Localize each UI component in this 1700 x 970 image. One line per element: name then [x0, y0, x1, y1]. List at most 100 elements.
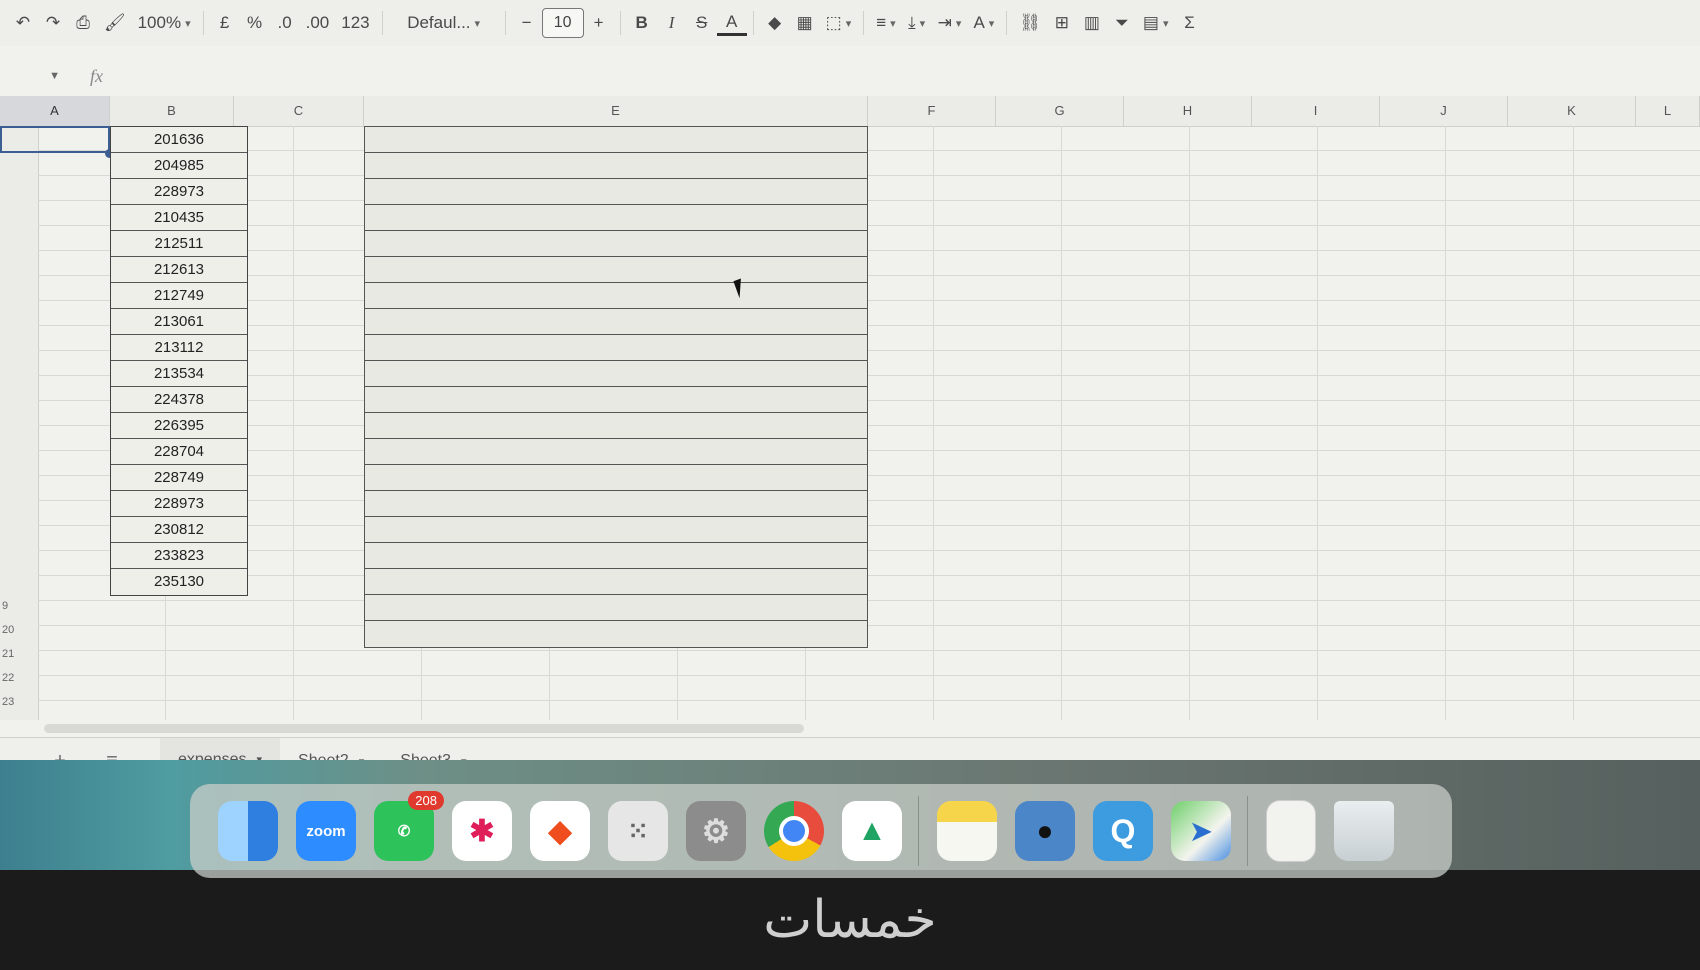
- print-icon[interactable]: ⎙: [68, 6, 98, 40]
- notes-icon[interactable]: [937, 801, 997, 861]
- cell-e[interactable]: [365, 335, 867, 361]
- font-size-input[interactable]: 10: [541, 8, 584, 38]
- settings-icon[interactable]: ⚙: [686, 801, 746, 861]
- chrome-icon[interactable]: [764, 801, 824, 861]
- cell-e[interactable]: [365, 361, 867, 387]
- cell-e[interactable]: [365, 387, 867, 413]
- font-select[interactable]: Defaul...: [389, 6, 499, 40]
- text-color-button[interactable]: A: [716, 10, 747, 36]
- launchpad-icon[interactable]: ⁙: [608, 801, 668, 861]
- cell-e[interactable]: [365, 413, 867, 439]
- column-header-i[interactable]: I: [1252, 96, 1380, 126]
- cell-e[interactable]: [365, 543, 867, 569]
- column-header-f[interactable]: F: [868, 96, 996, 126]
- cell-b[interactable]: 228704: [111, 439, 247, 465]
- maps-icon[interactable]: ➤: [1171, 801, 1231, 861]
- filter-views-icon[interactable]: ▤: [1137, 6, 1175, 40]
- column-header-h[interactable]: H: [1124, 96, 1252, 126]
- paint-format-icon[interactable]: 🖌: [98, 6, 132, 40]
- link-icon[interactable]: ⛓: [1013, 6, 1047, 40]
- column-header-g[interactable]: G: [996, 96, 1124, 126]
- column-header-l[interactable]: L: [1636, 96, 1700, 126]
- cell-b[interactable]: 224378: [111, 387, 247, 413]
- trash-icon[interactable]: [1334, 801, 1394, 861]
- percent-format-button[interactable]: %: [240, 6, 270, 40]
- vertical-align-icon[interactable]: ⤓: [902, 6, 932, 40]
- undo-icon[interactable]: ↶: [8, 6, 38, 40]
- row-header[interactable]: 23: [0, 696, 38, 708]
- column-header-j[interactable]: J: [1380, 96, 1508, 126]
- strikethrough-button[interactable]: S: [687, 6, 717, 40]
- cell-b[interactable]: 230812: [111, 517, 247, 543]
- row-header[interactable]: 20: [0, 624, 38, 636]
- cell-b[interactable]: 212749: [111, 283, 247, 309]
- decrease-decimal-button[interactable]: .0: [270, 6, 300, 40]
- cell-b[interactable]: 212511: [111, 231, 247, 257]
- cell-b[interactable]: 226395: [111, 413, 247, 439]
- cell-b[interactable]: 212613: [111, 257, 247, 283]
- fill-color-icon[interactable]: ◆: [760, 6, 790, 40]
- cell-e[interactable]: [365, 439, 867, 465]
- redo-icon[interactable]: ↷: [38, 6, 68, 40]
- functions-button[interactable]: Σ: [1175, 6, 1205, 40]
- column-header-a[interactable]: A: [0, 96, 110, 126]
- minus-icon[interactable]: −: [512, 6, 542, 40]
- currency-format-button[interactable]: £: [210, 6, 240, 40]
- cell-b[interactable]: 228749: [111, 465, 247, 491]
- borders-icon[interactable]: ▦: [790, 6, 820, 40]
- comment-icon[interactable]: ⊞: [1047, 6, 1077, 40]
- row-header[interactable]: 9: [0, 600, 38, 612]
- selected-cell-a1[interactable]: [0, 126, 110, 153]
- zoom-select[interactable]: 100%: [132, 6, 197, 40]
- cell-e[interactable]: [365, 153, 867, 179]
- zoom-icon[interactable]: zoom: [296, 801, 356, 861]
- cell-e[interactable]: [365, 231, 867, 257]
- cell-b[interactable]: 213061: [111, 309, 247, 335]
- cell-b[interactable]: 228973: [111, 179, 247, 205]
- bold-button[interactable]: B: [627, 6, 657, 40]
- cell-b[interactable]: 213112: [111, 335, 247, 361]
- cell-b[interactable]: 201636: [111, 127, 247, 153]
- cell-b[interactable]: 228973: [111, 491, 247, 517]
- cell-b[interactable]: 204985: [111, 153, 247, 179]
- name-box-dropdown-icon[interactable]: ▼: [0, 70, 70, 82]
- cell-e[interactable]: [365, 309, 867, 335]
- increase-decimal-button[interactable]: .00: [300, 6, 336, 40]
- cell-e[interactable]: [365, 595, 867, 621]
- column-header-e[interactable]: E: [364, 96, 868, 126]
- cell-e[interactable]: [365, 257, 867, 283]
- scanner-icon[interactable]: ●: [1015, 801, 1075, 861]
- merge-cells-icon[interactable]: ⬚: [820, 6, 858, 40]
- slack-icon[interactable]: ✱: [452, 801, 512, 861]
- cell-e[interactable]: [365, 283, 867, 309]
- chart-icon[interactable]: ▥: [1077, 6, 1107, 40]
- cell-b[interactable]: 210435: [111, 205, 247, 231]
- document-icon[interactable]: [1266, 800, 1316, 862]
- drive-icon[interactable]: ▲: [842, 801, 902, 861]
- horizontal-align-icon[interactable]: ≡: [870, 6, 901, 40]
- cell-e[interactable]: [365, 621, 867, 647]
- cell-e[interactable]: [365, 127, 867, 153]
- horizontal-scrollbar[interactable]: [44, 724, 804, 733]
- whatsapp-icon[interactable]: ✆ 208: [374, 791, 444, 861]
- filter-icon[interactable]: ⏷: [1107, 6, 1137, 40]
- cell-e[interactable]: [365, 465, 867, 491]
- cell-b[interactable]: 233823: [111, 543, 247, 569]
- cell-e[interactable]: [365, 569, 867, 595]
- text-wrap-icon[interactable]: ⇥: [932, 6, 968, 40]
- cell-e[interactable]: [365, 179, 867, 205]
- cell-e[interactable]: [365, 491, 867, 517]
- text-rotation-icon[interactable]: A: [967, 6, 1000, 40]
- column-header-k[interactable]: K: [1508, 96, 1636, 126]
- plus-icon[interactable]: +: [584, 6, 614, 40]
- column-header-c[interactable]: C: [234, 96, 364, 126]
- cell-b[interactable]: 213534: [111, 361, 247, 387]
- italic-button[interactable]: I: [657, 6, 687, 40]
- cell-b[interactable]: 235130: [111, 569, 247, 595]
- finder-icon[interactable]: [218, 801, 278, 861]
- number-format-button[interactable]: 123: [335, 6, 375, 40]
- cell-e[interactable]: [365, 517, 867, 543]
- quicktime-icon[interactable]: Q: [1093, 801, 1153, 861]
- column-header-b[interactable]: B: [110, 96, 234, 126]
- row-header[interactable]: 21: [0, 648, 38, 660]
